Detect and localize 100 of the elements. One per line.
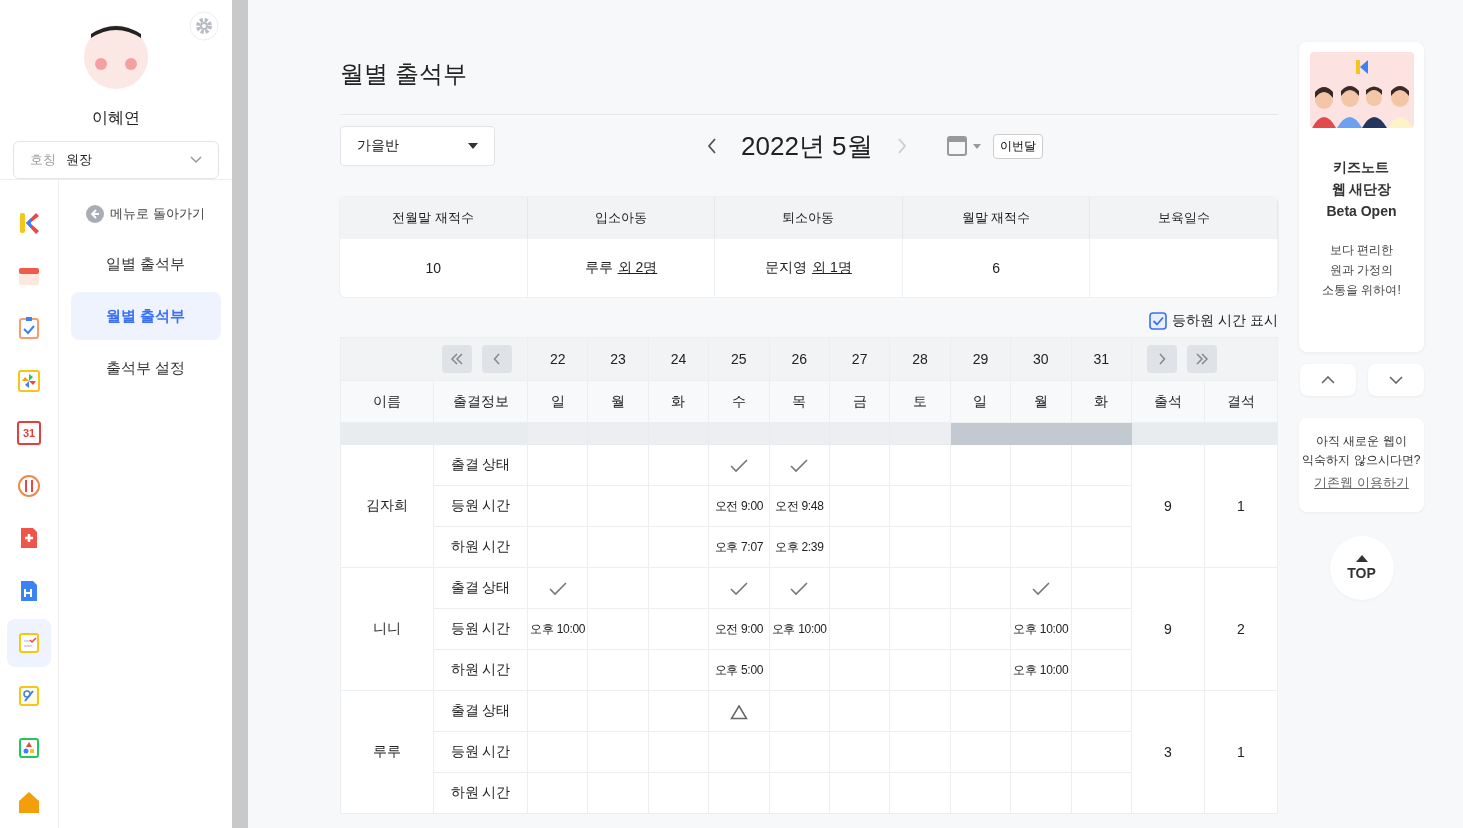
date-header: 31 bbox=[1071, 337, 1132, 381]
check-icon bbox=[728, 580, 749, 597]
weekday-header: 토 bbox=[889, 380, 951, 423]
check-icon bbox=[789, 457, 810, 474]
present-count: 3 bbox=[1131, 690, 1205, 814]
promo-title: 키즈노트 웹 새단장 Beta Open bbox=[1326, 158, 1397, 221]
weekday-header: 금 bbox=[829, 380, 890, 423]
time-value: 오후 2:39 bbox=[774, 540, 824, 554]
date-header: 22 bbox=[527, 337, 588, 381]
menu-item[interactable]: 출석부 설정 bbox=[70, 344, 221, 392]
scrollbar[interactable] bbox=[232, 0, 248, 828]
clipboard-check-icon bbox=[17, 316, 41, 340]
time-value: 오후 10:00 bbox=[771, 622, 827, 636]
absent-count: 1 bbox=[1204, 690, 1278, 814]
column-header: 월말 재적수 bbox=[902, 197, 1091, 239]
weekday-header: 화 bbox=[648, 380, 709, 423]
previous-page-button[interactable] bbox=[482, 345, 512, 373]
column-header: 결석 bbox=[1204, 380, 1278, 423]
absent-count: 1 bbox=[1204, 444, 1278, 568]
old-web-link[interactable]: 기존웹 이용하기 bbox=[1314, 474, 1409, 492]
time-value: 오후 10:00 bbox=[1013, 663, 1069, 677]
present-count: 9 bbox=[1131, 567, 1205, 691]
column-header: 이름 bbox=[340, 380, 434, 423]
calendar-date-icon: 31 bbox=[17, 421, 41, 445]
row-label: 출결 상태 bbox=[433, 444, 528, 486]
scroll-down-button[interactable] bbox=[1367, 364, 1424, 396]
check-icon bbox=[728, 457, 749, 474]
summary-value: 6 bbox=[992, 260, 1000, 276]
time-value: 오후 7:07 bbox=[714, 540, 764, 554]
row-label: 등원 시간 bbox=[433, 485, 528, 527]
k-logo-icon bbox=[17, 211, 41, 235]
back-to-menu-link[interactable]: 메뉴로 돌아가기 bbox=[86, 202, 205, 226]
summary-value: 루루 bbox=[584, 259, 613, 277]
app-shortcut[interactable] bbox=[7, 619, 51, 667]
caret-down-icon bbox=[468, 143, 478, 149]
promo-text: 보다 편리한 원과 가정의 소통을 위하여! bbox=[1322, 242, 1401, 299]
weekday-header: 일 bbox=[950, 380, 1011, 423]
weekday-header: 일 bbox=[527, 380, 588, 423]
student-name: 니니 bbox=[340, 567, 434, 691]
time-value: 오전 9:00 bbox=[714, 622, 764, 636]
weekday-header: 월 bbox=[1010, 380, 1071, 423]
scroll-up-button[interactable] bbox=[1299, 364, 1356, 396]
settings-icon[interactable] bbox=[189, 11, 219, 41]
present-count: 9 bbox=[1131, 444, 1205, 568]
chevron-up-icon bbox=[1320, 376, 1335, 384]
date-header: 26 bbox=[769, 337, 830, 381]
column-header: 퇴소아동 bbox=[715, 197, 903, 239]
date-header: 27 bbox=[829, 337, 890, 381]
column-header: 출석 bbox=[1131, 380, 1205, 423]
double-chevron-right-icon bbox=[1195, 353, 1209, 365]
checklist-icon bbox=[17, 631, 41, 655]
pinwheel-icon bbox=[17, 368, 41, 393]
title-select[interactable]: 호칭 원장 bbox=[13, 141, 219, 179]
time-value: 오후 10:00 bbox=[530, 622, 586, 636]
weekday-header: 화 bbox=[1071, 380, 1132, 423]
checkbox-label[interactable]: 등하원 시간 표시 bbox=[1172, 312, 1278, 330]
app-shortcut[interactable]: 31 bbox=[7, 409, 51, 457]
children-link[interactable]: 외 1명 bbox=[812, 259, 852, 277]
first-page-button[interactable] bbox=[442, 345, 472, 373]
summary-value: 문지영 bbox=[765, 259, 808, 277]
student-name: 루루 bbox=[340, 690, 434, 814]
date-header: 29 bbox=[950, 337, 1011, 381]
month-label: 2022년 5월 bbox=[741, 129, 873, 163]
weekday-header: 월 bbox=[587, 380, 649, 423]
check-icon bbox=[547, 580, 568, 597]
chevron-down-icon bbox=[190, 156, 202, 164]
menu-item[interactable]: 일별 출석부 bbox=[70, 240, 221, 288]
user-name: 이혜연 bbox=[92, 108, 140, 128]
next-page-button[interactable] bbox=[1147, 345, 1177, 373]
scroll-top-button[interactable]: TOP bbox=[1329, 536, 1394, 600]
chevron-left-icon bbox=[493, 353, 501, 365]
last-page-button[interactable] bbox=[1187, 345, 1217, 373]
old-web-text: 아직 새로운 웹이 익숙하지 않으시다면? bbox=[1301, 433, 1422, 469]
date-header: 30 bbox=[1010, 337, 1071, 381]
calendar-picker-icon[interactable] bbox=[946, 135, 983, 157]
check-icon bbox=[1030, 580, 1051, 597]
absent-count: 2 bbox=[1204, 567, 1278, 691]
row-label: 하원 시간 bbox=[433, 526, 528, 568]
column-header: 보육일수 bbox=[1090, 197, 1278, 239]
chevron-down-icon bbox=[1388, 376, 1403, 384]
date-header: 24 bbox=[648, 337, 709, 381]
date-header: 23 bbox=[587, 337, 649, 381]
page-title: 월별 출석부 bbox=[340, 58, 1278, 115]
date-header: 28 bbox=[889, 337, 951, 381]
weekday-header: 목 bbox=[769, 380, 830, 423]
class-select[interactable]: 가을반 bbox=[340, 126, 495, 166]
checkbox[interactable] bbox=[1149, 312, 1168, 330]
chevron-right-icon bbox=[1158, 353, 1166, 365]
check-icon bbox=[789, 580, 810, 597]
weekday-header: 수 bbox=[708, 380, 770, 423]
time-value: 오전 9:48 bbox=[774, 499, 824, 513]
previous-month-icon[interactable] bbox=[707, 138, 717, 154]
date-header: 25 bbox=[708, 337, 770, 381]
column-header: 입소아동 bbox=[527, 197, 716, 239]
drawing-icon bbox=[17, 683, 41, 708]
time-value: 오후 5:00 bbox=[714, 663, 764, 677]
menu-item[interactable]: 월별 출석부 bbox=[70, 292, 221, 340]
children-link[interactable]: 외 2명 bbox=[617, 259, 658, 277]
this-month-button[interactable]: 이번달 bbox=[992, 133, 1043, 159]
column-header: 출결정보 bbox=[433, 380, 528, 423]
